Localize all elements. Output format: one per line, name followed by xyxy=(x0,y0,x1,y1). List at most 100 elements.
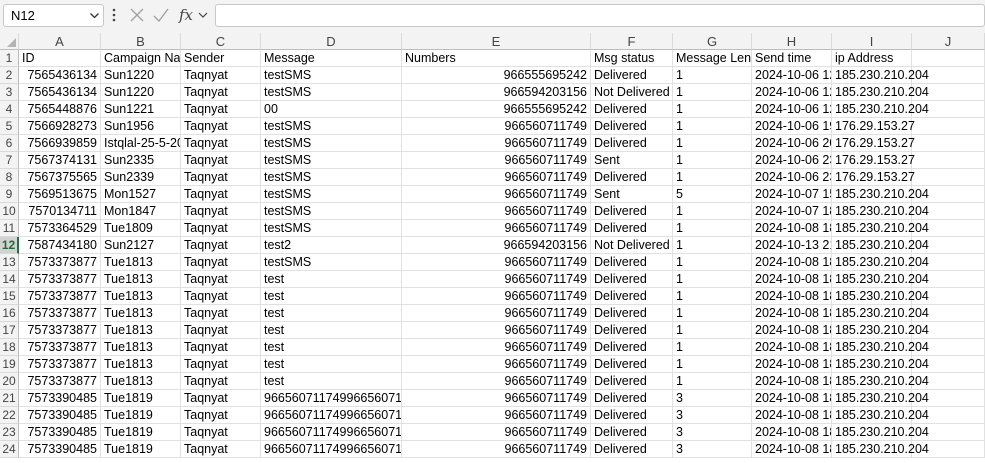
cell-a14[interactable]: 7573373877 xyxy=(19,271,101,288)
cell-c18[interactable]: Taqnyat xyxy=(181,339,261,356)
cell-b21[interactable]: Tue1819 xyxy=(101,390,181,407)
cell-d4[interactable]: 00 xyxy=(261,101,402,118)
cell-f10[interactable]: Delivered xyxy=(591,203,673,220)
column-header-c[interactable]: C xyxy=(181,33,261,50)
cell-f21[interactable]: Delivered xyxy=(591,390,673,407)
cell-j11[interactable] xyxy=(912,220,985,237)
row-header-18[interactable]: 18 xyxy=(0,339,19,356)
cell-b1[interactable]: Campaign Name xyxy=(101,50,181,67)
cell-g12[interactable]: 1 xyxy=(673,237,752,254)
cell-h11[interactable]: 2024-10-08 18:09 xyxy=(752,220,832,237)
cell-b9[interactable]: Mon1527 xyxy=(101,186,181,203)
cell-f14[interactable]: Delivered xyxy=(591,271,673,288)
cell-f11[interactable]: Delivered xyxy=(591,220,673,237)
cell-j24[interactable] xyxy=(912,441,985,458)
cell-e16[interactable]: 966560711749 xyxy=(402,305,591,322)
row-header-4[interactable]: 4 xyxy=(0,101,19,118)
cell-a8[interactable]: 7567375565 xyxy=(19,169,101,186)
cell-b10[interactable]: Mon1847 xyxy=(101,203,181,220)
cell-f23[interactable]: Delivered xyxy=(591,424,673,441)
row-header-10[interactable]: 10 xyxy=(0,203,19,220)
cell-e4[interactable]: 966555695242 xyxy=(402,101,591,118)
cell-g9[interactable]: 5 xyxy=(673,186,752,203)
cell-c16[interactable]: Taqnyat xyxy=(181,305,261,322)
cell-h10[interactable]: 2024-10-07 18:47 xyxy=(752,203,832,220)
row-header-15[interactable]: 15 xyxy=(0,288,19,305)
cell-d23[interactable]: 966560711749966560711749 xyxy=(261,424,402,441)
cell-f9[interactable]: Sent xyxy=(591,186,673,203)
cell-i10[interactable]: 185.230.210.204 xyxy=(832,203,929,220)
cell-a11[interactable]: 7573364529 xyxy=(19,220,101,237)
column-header-h[interactable]: H xyxy=(752,33,832,50)
cell-e10[interactable]: 966560711749 xyxy=(402,203,591,220)
cell-j16[interactable] xyxy=(912,305,985,322)
cell-d15[interactable]: test xyxy=(261,288,402,305)
cell-h12[interactable]: 2024-10-13 21:27 xyxy=(752,237,832,254)
cell-g13[interactable]: 1 xyxy=(673,254,752,271)
column-header-f[interactable]: F xyxy=(591,33,673,50)
cell-c19[interactable]: Taqnyat xyxy=(181,356,261,373)
cell-f15[interactable]: Delivered xyxy=(591,288,673,305)
cell-f12[interactable]: Not Delivered xyxy=(591,237,673,254)
cell-g21[interactable]: 3 xyxy=(673,390,752,407)
cell-b23[interactable]: Tue1819 xyxy=(101,424,181,441)
cell-j13[interactable] xyxy=(912,254,985,271)
cell-d1[interactable]: Message xyxy=(261,50,402,67)
cell-c20[interactable]: Taqnyat xyxy=(181,373,261,390)
cell-c15[interactable]: Taqnyat xyxy=(181,288,261,305)
cell-j3[interactable] xyxy=(912,84,985,101)
select-all-button[interactable] xyxy=(0,33,19,50)
cell-b8[interactable]: Sun2339 xyxy=(101,169,181,186)
cell-c24[interactable]: Taqnyat xyxy=(181,441,261,458)
cancel-icon[interactable] xyxy=(128,4,146,27)
cell-e20[interactable]: 966560711749 xyxy=(402,373,591,390)
row-header-9[interactable]: 9 xyxy=(0,186,19,203)
cell-i16[interactable]: 185.230.210.204 xyxy=(832,305,929,322)
cell-i17[interactable]: 185.230.210.204 xyxy=(832,322,929,339)
cell-j2[interactable] xyxy=(912,67,985,84)
cell-h3[interactable]: 2024-10-06 12:20 xyxy=(752,84,832,101)
cell-g15[interactable]: 1 xyxy=(673,288,752,305)
cell-f17[interactable]: Delivered xyxy=(591,322,673,339)
cell-h7[interactable]: 2024-10-06 23:35 xyxy=(752,152,832,169)
cell-h2[interactable]: 2024-10-06 12:20 xyxy=(752,67,832,84)
cell-f13[interactable]: Delivered xyxy=(591,254,673,271)
cell-a20[interactable]: 7573373877 xyxy=(19,373,101,390)
cell-a7[interactable]: 7567374131 xyxy=(19,152,101,169)
row-header-16[interactable]: 16 xyxy=(0,305,19,322)
cell-c21[interactable]: Taqnyat xyxy=(181,390,261,407)
row-header-2[interactable]: 2 xyxy=(0,67,19,84)
cell-f22[interactable]: Delivered xyxy=(591,407,673,424)
cell-d11[interactable]: testSMS xyxy=(261,220,402,237)
cell-d12[interactable]: test2 xyxy=(261,237,402,254)
cell-c2[interactable]: Taqnyat xyxy=(181,67,261,84)
cell-h19[interactable]: 2024-10-08 18:13 xyxy=(752,356,832,373)
cell-e5[interactable]: 966560711749 xyxy=(402,118,591,135)
row-header-17[interactable]: 17 xyxy=(0,322,19,339)
cell-h23[interactable]: 2024-10-08 18:19 xyxy=(752,424,832,441)
check-icon[interactable] xyxy=(152,4,170,27)
cell-e2[interactable]: 966555695242 xyxy=(402,67,591,84)
cell-g17[interactable]: 1 xyxy=(673,322,752,339)
cell-b17[interactable]: Tue1813 xyxy=(101,322,181,339)
cell-d17[interactable]: test xyxy=(261,322,402,339)
cell-e12[interactable]: 966594203156 xyxy=(402,237,591,254)
formula-input[interactable] xyxy=(215,4,985,27)
cell-j19[interactable] xyxy=(912,356,985,373)
cell-e7[interactable]: 966560711749 xyxy=(402,152,591,169)
cell-g4[interactable]: 1 xyxy=(673,101,752,118)
cell-d21[interactable]: 966560711749966560711749 xyxy=(261,390,402,407)
cell-i1[interactable]: ip Address xyxy=(832,50,912,67)
cell-i12[interactable]: 185.230.210.204 xyxy=(832,237,929,254)
cell-b7[interactable]: Sun2335 xyxy=(101,152,181,169)
cell-e6[interactable]: 966560711749 xyxy=(402,135,591,152)
cell-j6[interactable] xyxy=(912,135,985,152)
cell-d20[interactable]: test xyxy=(261,373,402,390)
cell-d5[interactable]: testSMS xyxy=(261,118,402,135)
cell-e23[interactable]: 966560711749 xyxy=(402,424,591,441)
cell-i3[interactable]: 185.230.210.204 xyxy=(832,84,929,101)
cell-h16[interactable]: 2024-10-08 18:13 xyxy=(752,305,832,322)
cell-g3[interactable]: 1 xyxy=(673,84,752,101)
cell-i19[interactable]: 185.230.210.204 xyxy=(832,356,929,373)
cell-i8[interactable]: 176.29.153.27 xyxy=(832,169,915,186)
